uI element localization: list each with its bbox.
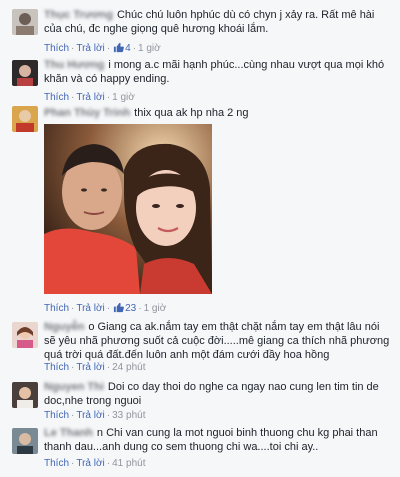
like-link[interactable]: Thích bbox=[44, 92, 69, 103]
avatar[interactable] bbox=[12, 322, 38, 348]
avatar[interactable] bbox=[12, 106, 38, 132]
comment-time[interactable]: 41 phút bbox=[112, 458, 145, 469]
comment-body: Nguyen Thi Doi co day thoi do nghe ca nga… bbox=[44, 380, 392, 408]
comment-time[interactable]: 24 phút bbox=[112, 362, 145, 373]
like-link[interactable]: Thích bbox=[44, 458, 69, 469]
reply-link[interactable]: Trả lời bbox=[76, 303, 104, 314]
reply-link[interactable]: Trả lời bbox=[76, 410, 104, 421]
comment-actions: Thích · Trả lời · 4 · 1 giờ bbox=[44, 42, 161, 56]
comment-photo[interactable] bbox=[44, 124, 212, 294]
reply-link[interactable]: Trả lời bbox=[76, 43, 104, 54]
comment-2: Thu Hương i mong a.c mãi hạnh phúc...cùng… bbox=[0, 58, 400, 106]
commenter-name[interactable]: Nguyễn bbox=[44, 321, 84, 333]
reply-link[interactable]: Trả lời bbox=[76, 458, 104, 469]
commenter-name[interactable]: Phan Thùy Trinh bbox=[44, 107, 130, 119]
comment-actions: Thích · Trả lời · 41 phút bbox=[44, 458, 146, 469]
avatar[interactable] bbox=[12, 60, 38, 86]
comment-body: Thu Hương i mong a.c mãi hạnh phúc...cùng… bbox=[44, 58, 392, 86]
like-count[interactable]: 4 bbox=[125, 43, 131, 54]
thumbs-up-icon[interactable] bbox=[113, 302, 125, 316]
avatar[interactable] bbox=[12, 9, 38, 35]
like-link[interactable]: Thích bbox=[44, 43, 69, 54]
avatar[interactable] bbox=[12, 428, 38, 454]
comment-6: Le Thanh n Chi van cung la mot nguoi binh… bbox=[0, 426, 400, 474]
comment-time[interactable]: 1 giờ bbox=[138, 43, 161, 54]
comment-time[interactable]: 1 giờ bbox=[144, 303, 167, 314]
comment-actions: Thích · Trả lời · 33 phút bbox=[44, 410, 146, 421]
comment-time[interactable]: 1 giờ bbox=[112, 92, 135, 103]
comment-body: Nguyễn o Giang ca ak.nắm tay em thật chặt… bbox=[44, 320, 392, 362]
comment-text: o Giang ca ak.nắm tay em thật chặt nắm t… bbox=[44, 321, 390, 361]
avatar[interactable] bbox=[12, 382, 38, 408]
like-link[interactable]: Thích bbox=[44, 303, 69, 314]
thumbs-up-icon[interactable] bbox=[113, 42, 125, 56]
comment-thread: Thục Trương Chúc chú luôn hphúc dù có chy… bbox=[0, 0, 400, 477]
reply-link[interactable]: Trả lời bbox=[76, 92, 104, 103]
comment-text: n Chi van cung la mot nguoi binh thuong … bbox=[44, 427, 378, 453]
comment-body: Le Thanh n Chi van cung la mot nguoi binh… bbox=[44, 426, 392, 454]
comment-body: Phan Thùy Trinh thix qua ak hp nha 2 ng bbox=[44, 106, 392, 120]
comment-text: thix qua ak hp nha 2 ng bbox=[134, 107, 249, 119]
comment-actions: Thích · Trả lời · 1 giờ bbox=[44, 92, 135, 103]
comment-body: Thục Trương Chúc chú luôn hphúc dù có chy… bbox=[44, 8, 392, 36]
like-count[interactable]: 23 bbox=[125, 303, 136, 314]
commenter-name[interactable]: Le Thanh bbox=[44, 427, 93, 439]
comment-time[interactable]: 33 phút bbox=[112, 410, 145, 421]
like-link[interactable]: Thích bbox=[44, 362, 69, 373]
comment-4: Nguyễn o Giang ca ak.nắm tay em thật chặt… bbox=[0, 320, 400, 378]
comment-actions: Thích · Trả lời · 23 · 1 giờ bbox=[44, 302, 167, 316]
comment-actions: Thích · Trả lời · 24 phút bbox=[44, 362, 146, 373]
comment-5: Nguyen Thi Doi co day thoi do nghe ca nga… bbox=[0, 380, 400, 424]
commenter-name[interactable]: Thục Trương bbox=[44, 9, 113, 21]
commenter-name[interactable]: Thu Hương bbox=[44, 59, 104, 71]
comment-1: Thục Trương Chúc chú luôn hphúc dù có chy… bbox=[0, 6, 400, 58]
commenter-name[interactable]: Nguyen Thi bbox=[44, 381, 104, 393]
reply-link[interactable]: Trả lời bbox=[76, 362, 104, 373]
like-link[interactable]: Thích bbox=[44, 410, 69, 421]
